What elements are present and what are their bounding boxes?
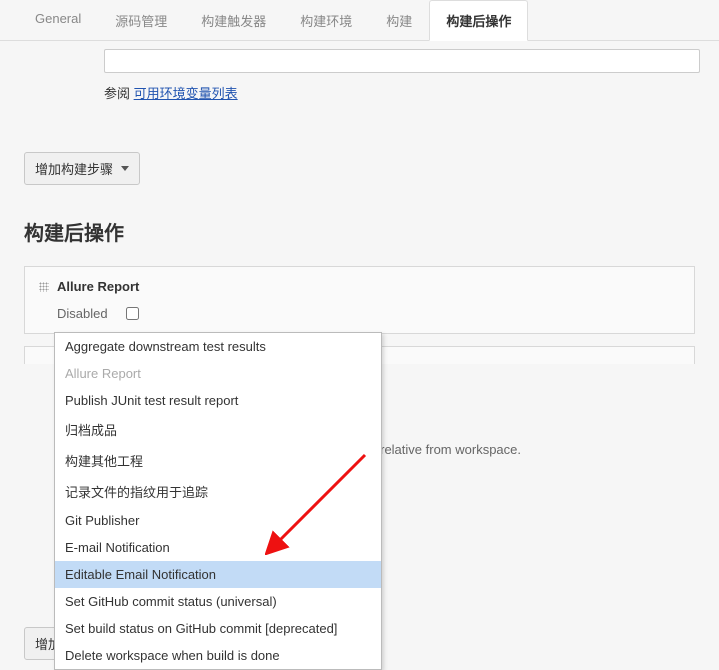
- path-hint-partial: s relative from workspace.: [364, 442, 695, 457]
- env-vars-link[interactable]: 可用环境变量列表: [134, 86, 238, 101]
- menu-item[interactable]: Set build status on GitHub commit [depre…: [55, 615, 381, 642]
- allure-report-panel: Allure Report Disabled: [24, 266, 695, 334]
- menu-item[interactable]: 构建其他工程: [55, 445, 381, 476]
- add-build-step-label: 增加构建步骤: [35, 159, 113, 178]
- menu-item[interactable]: 归档成品: [55, 414, 381, 445]
- disabled-checkbox[interactable]: [126, 307, 139, 320]
- disabled-label: Disabled: [57, 306, 108, 321]
- menu-item[interactable]: Aggregate downstream test results: [55, 333, 381, 360]
- config-tabs: General 源码管理 构建触发器 构建环境 构建 构建后操作: [0, 0, 719, 41]
- drag-handle-icon[interactable]: [39, 282, 49, 292]
- tab-postbuild[interactable]: 构建后操作: [429, 0, 528, 41]
- menu-item: Allure Report: [55, 360, 381, 387]
- refer-prefix: 参阅: [104, 86, 134, 101]
- tab-triggers[interactable]: 构建触发器: [184, 0, 283, 41]
- tab-general[interactable]: General: [18, 0, 98, 41]
- menu-item[interactable]: Publish JUnit test result report: [55, 387, 381, 414]
- menu-item[interactable]: Git Publisher: [55, 507, 381, 534]
- postbuild-section-title: 构建后操作: [24, 217, 695, 246]
- tab-scm[interactable]: 源码管理: [98, 0, 184, 41]
- menu-item[interactable]: E-mail Notification: [55, 534, 381, 561]
- add-build-step-button[interactable]: 增加构建步骤: [24, 152, 140, 185]
- menu-item[interactable]: Set GitHub commit status (universal): [55, 588, 381, 615]
- postbuild-action-menu: Aggregate downstream test resultsAllure …: [54, 332, 382, 670]
- menu-item[interactable]: 记录文件的指纹用于追踪: [55, 476, 381, 507]
- tab-env[interactable]: 构建环境: [283, 0, 369, 41]
- text-input[interactable]: [104, 49, 700, 73]
- menu-item[interactable]: Editable Email Notification: [55, 561, 381, 588]
- tab-build[interactable]: 构建: [369, 0, 429, 41]
- allure-panel-title: Allure Report: [57, 279, 139, 294]
- build-step-remainder: 参阅 可用环境变量列表: [104, 49, 695, 102]
